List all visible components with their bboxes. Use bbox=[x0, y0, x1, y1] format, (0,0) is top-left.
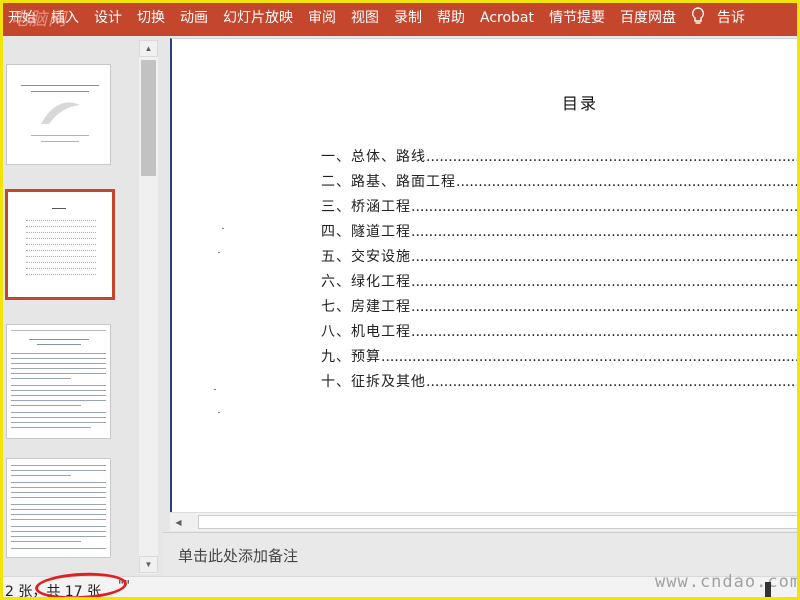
toc-item-5[interactable]: 五、交安设施..................................… bbox=[321, 246, 800, 266]
toc-leader-dots: ........................................… bbox=[426, 149, 800, 165]
tab-record[interactable]: 录制 bbox=[394, 0, 422, 36]
toc-item-text: 六、绿化工程 bbox=[321, 274, 411, 290]
lightbulb-icon[interactable] bbox=[691, 7, 705, 29]
slide-thumbnail-2[interactable] bbox=[5, 189, 115, 300]
toc-item-6[interactable]: 六、绿化工程..................................… bbox=[321, 271, 800, 291]
tab-acrobat[interactable]: Acrobat bbox=[480, 0, 534, 36]
scroll-left-icon[interactable]: ◀ bbox=[170, 513, 187, 532]
horizontal-scroll-track[interactable] bbox=[198, 515, 798, 529]
toc-item-8[interactable]: 八、机电工程..................................… bbox=[321, 321, 800, 341]
toc-item-text: 四、隧道工程 bbox=[321, 224, 411, 240]
slide-speck bbox=[218, 252, 220, 253]
tab-transitions[interactable]: 切换 bbox=[137, 0, 165, 36]
toc-item-text: 七、房建工程 bbox=[321, 299, 411, 315]
toc-leader-dots: ........................................… bbox=[411, 249, 800, 265]
tab-help[interactable]: 帮助 bbox=[437, 0, 465, 36]
toc-item-text: 八、机电工程 bbox=[321, 324, 411, 340]
scroll-up-icon[interactable]: ▲ bbox=[139, 40, 158, 57]
toc-item-3[interactable]: 三、桥涵工程..................................… bbox=[321, 196, 800, 216]
status-view-control[interactable] bbox=[765, 582, 771, 598]
toc-leader-dots: ........................................… bbox=[426, 374, 800, 390]
slide-speck bbox=[222, 228, 224, 229]
slide-thumbnail-3[interactable] bbox=[6, 324, 111, 439]
toc-item-text: 十、征拆及其他 bbox=[321, 374, 426, 390]
thumbnail-scrollbar[interactable]: ▲ ▼ bbox=[139, 40, 158, 574]
tab-insert[interactable]: 插入 bbox=[51, 0, 79, 36]
slide-count-indicator: 2 张，共 17 张 bbox=[5, 584, 102, 600]
toc-item-7[interactable]: 七、房建工程..................................… bbox=[321, 296, 800, 316]
toc-item-4[interactable]: 四、隧道工程..................................… bbox=[321, 221, 800, 241]
tab-home[interactable]: 开始 bbox=[8, 0, 36, 36]
tab-baidu-netdisk[interactable]: 百度网盘 bbox=[620, 0, 676, 36]
tab-design[interactable]: 设计 bbox=[94, 0, 122, 36]
slide-horizontal-scrollbar[interactable]: ◀ bbox=[170, 512, 800, 531]
slide-speck bbox=[218, 412, 220, 413]
tell-me-search[interactable]: 告诉 bbox=[717, 0, 745, 36]
toc-item-text: 九、预算 bbox=[321, 349, 381, 365]
tab-storyboard[interactable]: 情节提要 bbox=[549, 0, 605, 36]
scroll-down-icon[interactable]: ▼ bbox=[139, 556, 158, 573]
tab-view[interactable]: 视图 bbox=[351, 0, 379, 36]
toc-leader-dots: ........................................… bbox=[411, 224, 800, 240]
toc-item-text: 三、桥涵工程 bbox=[321, 199, 411, 215]
toc-leader-dots: ........................................… bbox=[411, 324, 800, 340]
toc-leader-dots: ........................................… bbox=[456, 174, 800, 190]
toc-item-9[interactable]: 九、预算....................................… bbox=[321, 346, 800, 366]
toc-leader-dots: ........................................… bbox=[411, 299, 800, 315]
tab-review[interactable]: 审阅 bbox=[308, 0, 336, 36]
slide-thumbnail-4[interactable] bbox=[6, 458, 111, 558]
status-bar: 2 张，共 17 张 "" bbox=[0, 576, 800, 600]
ribbon-tab-bar: 开始 插入 设计 切换 动画 幻灯片放映 审阅 视图 录制 帮助 Acrobat… bbox=[0, 0, 800, 36]
thumbnail-scroll-thumb[interactable] bbox=[141, 60, 156, 176]
slide-speck bbox=[214, 389, 216, 390]
toc-leader-dots: ........................................… bbox=[411, 199, 800, 215]
toc-item-text: 一、总体、路线 bbox=[321, 149, 426, 165]
tab-animations[interactable]: 动画 bbox=[180, 0, 208, 36]
tab-slideshow[interactable]: 幻灯片放映 bbox=[223, 0, 293, 36]
notes-pane[interactable]: 单击此处添加备注 bbox=[162, 532, 800, 576]
slide-thumbnail-1[interactable] bbox=[6, 64, 111, 165]
toc-leader-dots: ........................................… bbox=[381, 349, 800, 365]
notes-placeholder[interactable]: 单击此处添加备注 bbox=[178, 545, 298, 566]
toc-item-text: 五、交安设施 bbox=[321, 249, 411, 265]
slide-title[interactable]: 目录 bbox=[562, 90, 598, 114]
toc-item-1[interactable]: 一、总体、路线.................................… bbox=[321, 146, 800, 166]
toc-item-text: 二、路基、路面工程 bbox=[321, 174, 456, 190]
toc-item-2[interactable]: 二、路基、路面工程...............................… bbox=[321, 171, 800, 191]
toc-item-10[interactable]: 十、征拆及其他.................................… bbox=[321, 371, 800, 391]
toc-leader-dots: ........................................… bbox=[411, 274, 800, 290]
language-indicator[interactable]: "" bbox=[118, 579, 130, 594]
